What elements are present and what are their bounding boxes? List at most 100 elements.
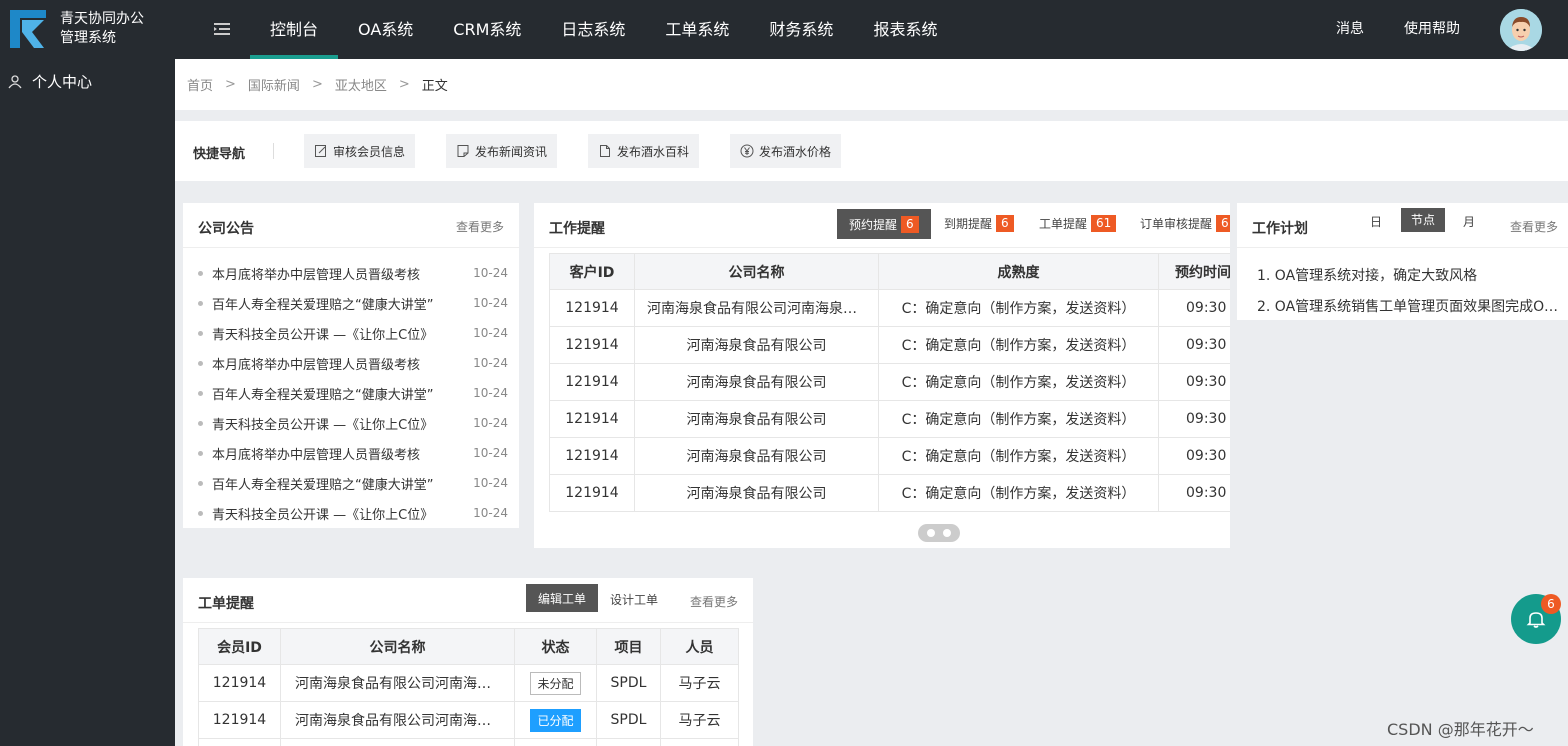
sidebar-item-label: 个人中心 xyxy=(32,73,93,91)
nav-item-report[interactable]: 报表系统 xyxy=(853,0,957,59)
cell-company: 河南海泉食品有限公司 xyxy=(634,363,879,401)
cell-id: 121914 xyxy=(198,664,281,702)
quick-nav-title: 快捷导航 xyxy=(193,147,246,162)
column-header: 状态 xyxy=(514,628,597,665)
bullet xyxy=(198,420,203,426)
menu-collapse-icon[interactable] xyxy=(214,21,230,37)
notice-date: 10-24 xyxy=(473,386,508,400)
review-member-button[interactable]: 审核会员信息 xyxy=(304,134,416,168)
logo-icon[interactable] xyxy=(8,8,48,50)
table-row[interactable]: 121914 河南海泉食品有限公司 C：确定意向（制作方案，发送资料） 09:30 xyxy=(549,437,1230,475)
tab-node[interactable]: 节点 xyxy=(1401,208,1446,232)
table-row[interactable]: 121914 河南海泉食品有限公司 C：确定意向（制作方案，发送资料） 09:30 xyxy=(549,326,1230,364)
notice-more-link[interactable]: 查看更多 xyxy=(456,218,504,235)
breadcrumb-current: 正文 xyxy=(421,79,448,94)
table-row[interactable]: 121914 河南海泉食品有限公司 C：确定意向（制作方案，发送资料） 09:30 xyxy=(549,363,1230,401)
column-header: 客户ID xyxy=(549,253,635,290)
ticket-more-link[interactable]: 查看更多 xyxy=(690,593,738,610)
list-item[interactable]: 百年人寿全程关爱理赔之“健康大讲堂” 10-24 xyxy=(198,378,508,408)
help-link[interactable]: 使用帮助 xyxy=(1404,0,1460,59)
nav-item-log[interactable]: 日志系统 xyxy=(541,0,645,59)
bullet xyxy=(198,450,203,456)
list-item[interactable]: 百年人寿全程关爱理赔之“健康大讲堂” 10-24 xyxy=(198,288,508,318)
tab-design-ticket[interactable]: 设计工单 xyxy=(610,591,658,608)
column-header: 公司名称 xyxy=(634,253,879,290)
list-item[interactable]: 本月底将举办中层管理人员晋级考核 10-24 xyxy=(198,438,508,468)
tab-label: 预约提醒 xyxy=(849,217,898,232)
work-reminder-header: 工作提醒 预约提醒 6 到期提醒 6 工单提醒 61 订单审核提醒 6 xyxy=(534,203,1230,248)
sidebar-item-personal-center[interactable]: 个人中心 xyxy=(8,71,92,92)
cell-maturity: C：确定意向（制作方案，发送资料） xyxy=(878,474,1159,512)
notice-text: 青天科技全员公开课 —《让你上C位》 xyxy=(212,507,434,523)
list-item[interactable]: 青天科技全员公开课 —《让你上C位》 10-24 xyxy=(198,318,508,348)
nav-item-oa[interactable]: OA系统 xyxy=(338,0,433,59)
list-item[interactable]: 青天科技全员公开课 —《让你上C位》 10-24 xyxy=(198,498,508,528)
cell-maturity: C：确定意向（制作方案，发送资料） xyxy=(878,326,1159,364)
tab-month[interactable]: 月 xyxy=(1463,213,1475,230)
publish-news-button[interactable]: 发布新闻资讯 xyxy=(446,134,558,168)
notice-text: 百年人寿全程关爱理赔之“健康大讲堂” xyxy=(212,387,434,403)
table-row[interactable]: 121914河南海泉食品有限公司河南海泉食品有限公司C：确定意向（制作方案，发送… xyxy=(549,289,1230,327)
tab-ticket-reminder[interactable]: 工单提醒 61 xyxy=(1039,215,1117,232)
nav-item-console[interactable]: 控制台 xyxy=(250,0,339,59)
notice-list: 本月底将举办中层管理人员晋级考核 10-24 百年人寿全程关爱理赔之“健康大讲堂”… xyxy=(198,258,508,528)
breadcrumb-separator: > xyxy=(311,77,323,92)
notice-date: 10-24 xyxy=(473,506,508,520)
work-plan-more-link[interactable]: 查看更多 xyxy=(1510,218,1558,235)
list-item[interactable]: 本月底将举办中层管理人员晋级考核 10-24 xyxy=(198,258,508,288)
cell-time: 09:30 xyxy=(1158,326,1230,364)
publish-wiki-button[interactable]: 发布酒水百科 xyxy=(588,134,700,168)
status-badge[interactable]: 未分配 xyxy=(530,671,581,695)
nav-item-crm[interactable]: CRM系统 xyxy=(433,0,541,59)
tab-expiry-reminder[interactable]: 到期提醒 6 xyxy=(944,215,1014,232)
publish-price-label: 发布酒水价格 xyxy=(759,144,832,159)
table-row[interactable]: 121914 河南海泉食品有限公司河南海泉食品 未分配 SPDL 马子云 xyxy=(198,664,739,702)
tab-edit-ticket[interactable]: 编辑工单 xyxy=(526,584,599,612)
cell-status: 已分配 xyxy=(514,701,597,739)
list-item[interactable]: 百年人寿全程关爱理赔之“健康大讲堂” 10-24 xyxy=(198,468,508,498)
user-icon xyxy=(8,74,22,88)
tab-appointment-reminder[interactable]: 预约提醒 6 xyxy=(837,209,931,239)
messages-link[interactable]: 消息 xyxy=(1336,0,1364,59)
brand-line-1: 青天协同办公 xyxy=(60,11,144,27)
ticket-table: 会员ID 公司名称 状态 项目 人员 121914 河南海泉食品有限公司河南海泉… xyxy=(198,628,739,746)
table-row[interactable]: 121914 河南海泉食品有限公司 C：确定意向（制作方案，发送资料） 09:30 xyxy=(549,474,1230,512)
breadcrumb-intl-news[interactable]: 国际新闻 xyxy=(248,75,300,94)
list-item[interactable]: 青天科技全员公开课 —《让你上C位》 10-24 xyxy=(198,408,508,438)
tab-day[interactable]: 日 xyxy=(1370,213,1382,230)
file-icon xyxy=(600,145,610,157)
column-header: 会员ID xyxy=(198,628,281,665)
notice-text: 青天科技全员公开课 —《让你上C位》 xyxy=(212,417,434,433)
notice-text: 百年人寿全程关爱理赔之“健康大讲堂” xyxy=(212,297,434,313)
appointment-table: 客户ID 公司名称 成熟度 预约时间 121914 河南海泉食品有限公司河南海泉食… xyxy=(549,253,1230,512)
table-row[interactable]: 121914 河南海泉食品有限公司 C：确定意向（制作方案，发送资料） 09:30 xyxy=(549,400,1230,438)
nav-item-ticket[interactable]: 工单系统 xyxy=(645,0,749,59)
ticket-title: 工单提醒 xyxy=(198,596,254,612)
brand-name: 青天协同办公 管理系统 xyxy=(60,10,144,48)
publish-price-button[interactable]: 发布酒水价格 xyxy=(730,134,842,168)
list-item[interactable]: 2. OA管理系统销售工单管理页面效果图完成OA管理系统 xyxy=(1257,296,1562,320)
count-badge: 61 xyxy=(1091,215,1117,232)
list-item[interactable]: 本月底将举办中层管理人员晋级考核 10-24 xyxy=(198,348,508,378)
pager-dot[interactable] xyxy=(943,529,951,537)
column-header: 项目 xyxy=(596,628,661,665)
nav-item-finance[interactable]: 财务系统 xyxy=(749,0,853,59)
bullet xyxy=(198,270,203,276)
cell-id: 121914 xyxy=(549,363,635,401)
notice-date: 10-24 xyxy=(473,326,508,340)
status-badge[interactable]: 已分配 xyxy=(530,708,581,732)
notification-count-badge: 6 xyxy=(1541,594,1561,614)
main-nav: 控制台 OA系统 CRM系统 日志系统 工单系统 财务系统 报表系统 xyxy=(250,0,957,59)
tab-order-review-reminder[interactable]: 订单审核提醒 6 xyxy=(1140,215,1230,232)
avatar[interactable] xyxy=(1500,9,1542,51)
divider xyxy=(273,143,274,159)
column-header: 成熟度 xyxy=(878,253,1159,290)
pager-dot[interactable] xyxy=(927,529,935,537)
breadcrumb-home[interactable]: 首页 xyxy=(187,75,213,94)
cell-maturity: C：确定意向（制作方案，发送资料） xyxy=(878,363,1159,401)
breadcrumb-asia-pacific[interactable]: 亚太地区 xyxy=(335,75,387,94)
carousel-pager[interactable] xyxy=(918,524,960,542)
table-row[interactable]: 121914 河南海泉食品有限公司河南海泉食品 已分配 SPDL 马子云 xyxy=(198,701,739,739)
cell-project: SPDL xyxy=(596,664,661,702)
list-item[interactable]: 1. OA管理系统对接，确定大致风格 xyxy=(1257,265,1562,296)
